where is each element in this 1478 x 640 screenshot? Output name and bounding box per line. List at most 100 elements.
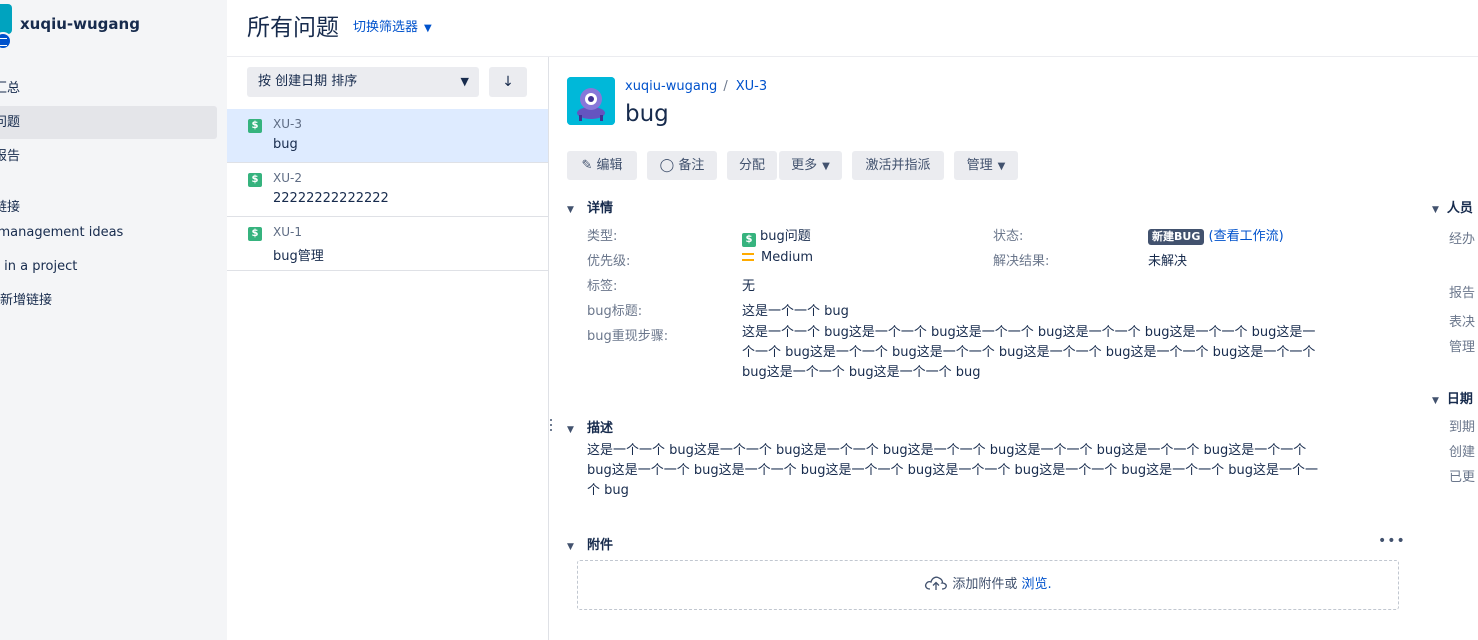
status-label: 状态: xyxy=(993,229,1024,244)
breadcrumb-separator: / xyxy=(723,79,728,94)
view-workflow-link[interactable]: (查看工作流) xyxy=(1209,229,1284,244)
comment-button[interactable]: ◯ 备注 xyxy=(647,151,717,180)
comment-icon: ◯ xyxy=(659,158,675,173)
issue-row-xu-3[interactable]: $ XU-3 bug xyxy=(227,109,548,163)
sidebar-item-issues[interactable]: 问题 xyxy=(0,106,217,139)
project-type-icon xyxy=(0,32,12,50)
bug-type-icon: $ xyxy=(248,119,262,133)
chevron-down-icon: ▼ xyxy=(567,542,574,552)
assignee-label: 经办 xyxy=(1449,232,1476,247)
issue-summary: bug管理 xyxy=(273,249,324,264)
sidebar-item-label: 报告 xyxy=(0,149,21,164)
type-label: 类型: xyxy=(587,229,618,244)
chevron-down-icon: ▼ xyxy=(567,425,574,435)
assign-button[interactable]: 分配 xyxy=(727,151,777,180)
edit-button[interactable]: ✎ 编辑 xyxy=(567,151,637,180)
issue-key: XU-1 xyxy=(273,225,302,239)
issue-key: XU-2 xyxy=(273,171,302,185)
chevron-down-icon: ▼ xyxy=(1432,396,1439,406)
dropzone-text: 添加附件或 xyxy=(952,577,1018,592)
sort-select[interactable]: 按 创建日期 排序 ▼ xyxy=(247,67,479,97)
cloud-upload-icon xyxy=(925,576,948,590)
details-heading: 详情 xyxy=(587,201,614,216)
ufo-icon xyxy=(567,77,615,125)
project-avatar-large[interactable] xyxy=(567,77,615,125)
dates-section-toggle[interactable]: ▼ 日期 xyxy=(1432,388,1473,407)
pencil-icon: ✎ xyxy=(581,158,593,173)
priority-text: Medium xyxy=(761,250,813,265)
assign-label: 分配 xyxy=(738,158,765,173)
shortcut-label: Product management ideas xyxy=(0,225,124,240)
repro-line: 这是一个一个 bug这是一个一个 bug这是一个一个 bug这是一个一个 bug… xyxy=(742,325,1316,340)
due-date-label: 到期 xyxy=(1449,420,1476,435)
shortcut-product-ideas[interactable]: Product management ideas xyxy=(0,216,217,249)
chevron-down-icon: ▼ xyxy=(822,161,830,172)
add-shortcut-link[interactable]: 添加新增链接 xyxy=(0,284,217,317)
resolution-label: 解决结果: xyxy=(993,254,1050,269)
list-divider xyxy=(548,57,549,640)
more-label: 更多 xyxy=(791,158,818,173)
issue-summary: 22222222222222 xyxy=(273,191,389,206)
chevron-down-icon: ▼ xyxy=(1432,205,1439,215)
drag-handle-icon[interactable] xyxy=(549,417,553,433)
sidebar-item-summary[interactable]: 汇总 xyxy=(0,72,217,105)
shortcuts-heading: 链接 xyxy=(0,200,21,215)
attachments-section-toggle[interactable]: ▼ 附件 xyxy=(567,534,613,553)
browse-link[interactable]: 浏览. xyxy=(1022,577,1052,592)
sort-label: 按 创建日期 排序 xyxy=(258,74,358,89)
priority-label: 优先级: xyxy=(587,254,631,269)
activate-assign-button[interactable]: 激活并指派 xyxy=(852,151,944,180)
more-button[interactable]: 更多 ▼ xyxy=(779,151,842,180)
shortcut-label: 添加新增链接 xyxy=(0,293,53,308)
issue-row-xu-1[interactable]: $ XU-1 bug管理 xyxy=(227,217,548,271)
more-options-icon[interactable]: ••• xyxy=(1378,533,1406,549)
arrow-down-icon: ↓ xyxy=(502,74,514,90)
reporter-label: 报告 xyxy=(1449,286,1476,301)
project-avatar[interactable] xyxy=(0,4,12,34)
bug-type-icon: $ xyxy=(248,227,262,241)
labels-value: 无 xyxy=(742,279,756,294)
description-section-toggle[interactable]: ▼ 描述 xyxy=(567,417,613,436)
issue-row-xu-2[interactable]: $ XU-2 22222222222222 xyxy=(227,163,548,217)
comment-label: 备注 xyxy=(678,158,705,173)
type-text: bug问题 xyxy=(760,229,811,244)
admin-people-label: 管理 xyxy=(1449,340,1476,355)
switch-filter-button[interactable]: 切换筛选器 ▼ xyxy=(353,16,432,35)
vote-label: 表决 xyxy=(1449,315,1476,330)
people-section-toggle[interactable]: ▼ 人员 xyxy=(1432,197,1473,216)
breadcrumb-issue-key[interactable]: XU-3 xyxy=(736,79,767,94)
repro-steps-label: bug重现步骤: xyxy=(587,329,669,344)
sidebar-item-reports[interactable]: 报告 xyxy=(0,140,217,173)
description-line: bug这是一个一个 bug这是一个一个 bug这是一个一个 bug这是一个一个 … xyxy=(587,463,1318,478)
breadcrumb-project[interactable]: xuqiu-wugang xyxy=(625,79,717,94)
issue-key: XU-3 xyxy=(273,117,302,131)
admin-button[interactable]: 管理 ▼ xyxy=(954,151,1018,180)
issue-summary: bug xyxy=(273,137,298,152)
repro-line: bug这是一个一个 bug这是一个一个 bug xyxy=(742,365,981,380)
resolution-value: 未解决 xyxy=(1148,254,1188,269)
bug-type-icon: $ xyxy=(248,173,262,187)
description-body[interactable]: 这是一个一个 bug这是一个一个 bug这是一个一个 bug这是一个一个 bug… xyxy=(587,441,1318,501)
project-name[interactable]: xuqiu-wugang xyxy=(20,15,140,33)
status-badge: 新建BUG xyxy=(1148,229,1205,245)
sort-direction-button[interactable]: ↓ xyxy=(489,67,527,97)
updated-date-label: 已更 xyxy=(1449,470,1476,485)
activate-label: 激活并指派 xyxy=(865,158,931,173)
type-value: $ bug问题 xyxy=(742,225,811,247)
shortcut-label: Planning in a project xyxy=(0,259,78,274)
bug-title-value: 这是一个一个 bug xyxy=(742,304,849,319)
sidebar: xuqiu-wugang 汇总 问题 报告 链接 Product managem… xyxy=(0,0,227,640)
priority-medium-icon xyxy=(742,253,754,261)
chevron-down-icon: ▼ xyxy=(567,205,574,215)
attachments-heading: 附件 xyxy=(587,538,614,553)
details-section-toggle[interactable]: ▼ 详情 xyxy=(567,197,613,216)
repro-steps-value: 这是一个一个 bug这是一个一个 bug这是一个一个 bug这是一个一个 bug… xyxy=(742,323,1315,383)
shortcut-planning[interactable]: Planning in a project xyxy=(0,250,217,283)
switch-filter-label: 切换筛选器 xyxy=(353,20,419,35)
attachment-dropzone[interactable]: 添加附件或 浏览. xyxy=(577,560,1399,610)
issue-title[interactable]: bug xyxy=(625,101,669,127)
created-date-label: 创建 xyxy=(1449,445,1476,460)
breadcrumb: xuqiu-wugang / XU-3 xyxy=(625,79,767,94)
sidebar-item-label: 汇总 xyxy=(0,81,21,96)
status-value: 新建BUG (查看工作流) xyxy=(1148,225,1284,245)
